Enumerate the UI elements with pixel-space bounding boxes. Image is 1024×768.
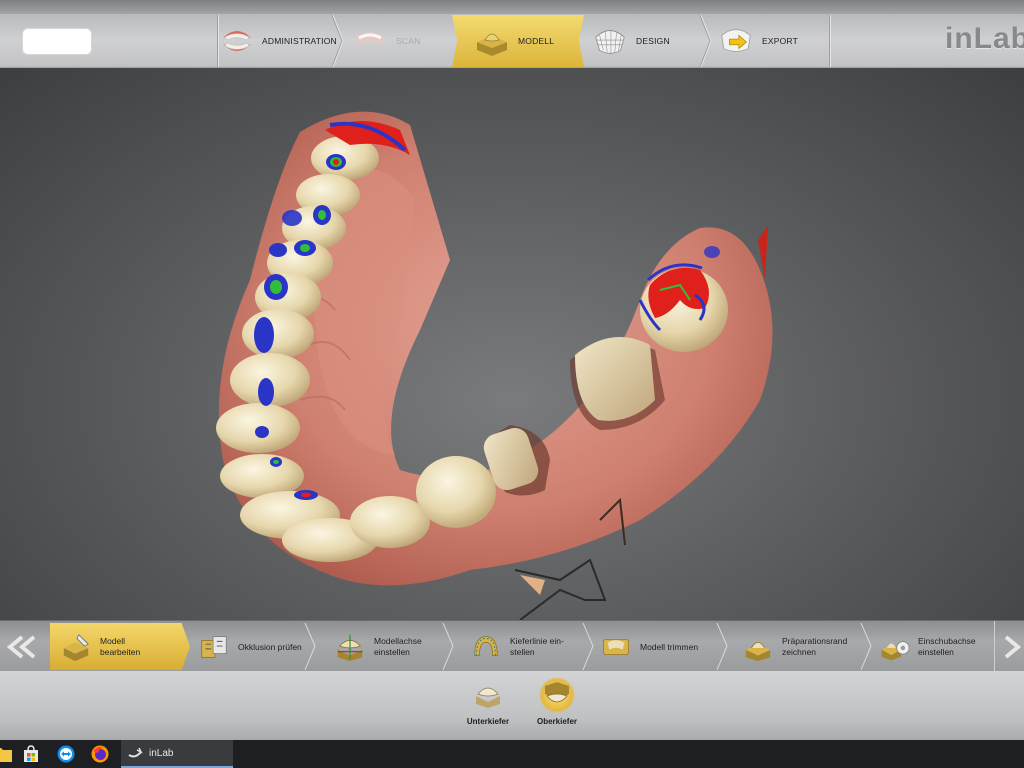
tool-label: Modell bearbeiten bbox=[100, 635, 141, 657]
firefox-icon[interactable] bbox=[89, 743, 111, 765]
model-viewport[interactable] bbox=[0, 68, 1024, 620]
chevron-right-icon bbox=[331, 15, 344, 67]
step-scan: SCAN bbox=[352, 15, 452, 67]
taskbar-app-label: inLab bbox=[149, 747, 174, 759]
jaw-label: Oberkiefer bbox=[536, 717, 578, 726]
separator bbox=[829, 15, 830, 67]
double-chevron-left-icon bbox=[6, 634, 36, 659]
occlusion-icon bbox=[198, 631, 230, 663]
step-label: EXPORT bbox=[762, 36, 798, 46]
chevron-right-icon bbox=[582, 623, 594, 670]
tool-modell-trimmen[interactable]: Modell trimmen bbox=[600, 626, 715, 668]
upper-jaw-icon bbox=[539, 677, 575, 713]
chevron-right-icon bbox=[1004, 634, 1022, 659]
logo-placeholder bbox=[22, 28, 92, 55]
step-label: ADMINISTRATION bbox=[262, 36, 337, 46]
insertion-axis-icon bbox=[878, 631, 910, 663]
tool-label: Kieferlinie ein- stellen bbox=[510, 636, 564, 657]
step-label: DESIGN bbox=[636, 36, 670, 46]
lower-jaw-button[interactable]: Unterkiefer bbox=[458, 677, 518, 737]
scroll-right-button[interactable] bbox=[994, 621, 1024, 672]
edit-model-icon bbox=[60, 631, 92, 663]
jaw-line-icon bbox=[470, 631, 502, 663]
step-modell[interactable]: MODELL bbox=[452, 15, 584, 67]
jaw-3d-model[interactable] bbox=[0, 68, 1024, 620]
file-explorer-icon[interactable] bbox=[0, 743, 14, 765]
store-icon[interactable] bbox=[20, 743, 42, 765]
chevron-right-icon bbox=[442, 623, 454, 670]
step-label: MODELL bbox=[518, 36, 555, 46]
preparation-margin-icon bbox=[742, 631, 774, 663]
step-export[interactable]: EXPORT bbox=[718, 15, 828, 67]
chevron-right-icon bbox=[716, 623, 728, 670]
chevron-right-icon bbox=[860, 623, 872, 670]
upper-jaw-button[interactable]: Oberkiefer bbox=[527, 677, 587, 737]
window-strip bbox=[0, 0, 1024, 14]
tool-strip: Modell bearbeiten Okklusion prüfen Model… bbox=[0, 620, 1024, 673]
jaw-label: Unterkiefer bbox=[466, 717, 510, 726]
tool-label: Okklusion prüfen bbox=[238, 641, 302, 652]
step-administration[interactable]: ADMINISTRATION bbox=[220, 15, 337, 67]
tool-label: Einschubachse einstellen bbox=[918, 636, 976, 657]
teamviewer-icon[interactable] bbox=[55, 743, 77, 765]
tool-label: Modell trimmen bbox=[640, 641, 699, 652]
tool-modell-bearbeiten[interactable]: Modell bearbeiten bbox=[50, 623, 190, 670]
tool-einschubachse-einstellen[interactable]: Einschubachse einstellen bbox=[878, 626, 993, 668]
step-design[interactable]: DESIGN bbox=[592, 15, 700, 67]
export-icon bbox=[718, 24, 754, 58]
inlab-app-icon bbox=[128, 747, 143, 758]
separator bbox=[217, 15, 218, 67]
tool-praeparationsrand-zeichnen[interactable]: Präparationsrand zeichnen bbox=[742, 626, 860, 668]
dentures-icon bbox=[220, 24, 254, 58]
lower-jaw-icon bbox=[470, 677, 506, 713]
windows-taskbar: inLab bbox=[0, 740, 1024, 768]
chevron-right-icon bbox=[699, 15, 712, 67]
tool-label: Modellachse einstellen bbox=[374, 636, 422, 657]
model-axis-icon bbox=[334, 631, 366, 663]
model-icon bbox=[474, 24, 510, 58]
tool-modellachse-einstellen[interactable]: Modellachse einstellen bbox=[334, 626, 444, 668]
scan-icon bbox=[352, 24, 388, 58]
workflow-bar: ADMINISTRATION SCAN MODELL DESIGN EXPORT… bbox=[0, 0, 1024, 69]
scroll-left-button[interactable] bbox=[0, 621, 44, 672]
jaw-selector-bar: Unterkiefer Oberkiefer bbox=[0, 671, 1024, 740]
tool-okklusion-pruefen[interactable]: Okklusion prüfen bbox=[198, 626, 306, 668]
tool-label: Präparationsrand zeichnen bbox=[782, 636, 848, 657]
chevron-right-icon bbox=[304, 623, 316, 670]
trim-model-icon bbox=[600, 631, 632, 663]
step-label: SCAN bbox=[396, 36, 421, 46]
taskbar-app-inlab[interactable]: inLab bbox=[121, 740, 233, 768]
tool-kieferlinie-einstellen[interactable]: Kieferlinie ein- stellen bbox=[470, 626, 585, 668]
design-mesh-icon bbox=[592, 24, 628, 58]
brand-logo: inLab bbox=[945, 22, 1024, 55]
